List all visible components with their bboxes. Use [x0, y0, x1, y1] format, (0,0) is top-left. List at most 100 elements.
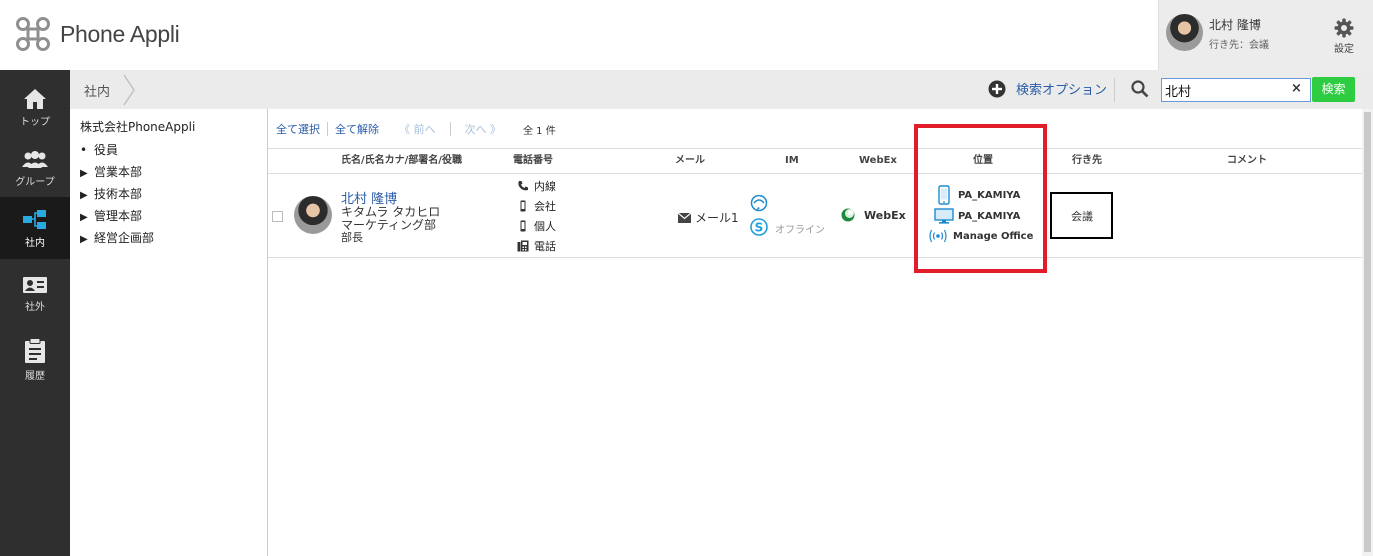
mail-label: メール1 — [695, 211, 739, 225]
envelope-icon — [678, 212, 691, 223]
user-name: 北村 隆博 — [1209, 18, 1261, 32]
phone-personal[interactable]: 個人 — [516, 218, 556, 234]
tree-item-tech[interactable]: ▶ 技術本部 — [80, 183, 265, 205]
search-button[interactable]: 検索 — [1312, 77, 1355, 102]
nav-internal[interactable]: 社内 — [0, 197, 70, 259]
mobile-icon — [520, 220, 526, 232]
nav-history-label: 履歴 — [25, 371, 45, 382]
chat-bubble-icon[interactable] — [750, 195, 768, 213]
next-page-link[interactable]: 次へ 》 — [465, 121, 502, 137]
tree-item-planning[interactable]: ▶ 経営企画部 — [80, 227, 265, 249]
col-header-destination: 行き先 — [1072, 155, 1102, 166]
phone-label: 個人 — [534, 220, 556, 233]
logo-icon — [16, 17, 50, 51]
divider — [449, 122, 451, 136]
clipboard-icon — [25, 338, 45, 363]
phone-company[interactable]: 会社 — [516, 198, 556, 214]
phone-fax[interactable]: 電話 — [516, 238, 556, 254]
divider — [1114, 78, 1115, 102]
col-header-comment: コメント — [1227, 155, 1267, 166]
nav-top-label: トップ — [20, 117, 50, 128]
divider — [327, 122, 328, 136]
phone-label: 電話 — [534, 240, 556, 253]
webex-link[interactable]: WebEx — [841, 208, 906, 222]
expand-arrow-icon[interactable]: ▶ — [80, 207, 94, 229]
breadcrumb-chevron-icon — [123, 74, 135, 106]
col-header-name: 氏名/氏名カナ/部署名/役職 — [341, 155, 462, 166]
phone-extension[interactable]: 内線 — [516, 178, 556, 194]
breadcrumb-bar: 社内 検索オプション × 検索 — [70, 70, 1373, 109]
tree-item-label: 経営企画部 — [94, 231, 155, 245]
home-icon — [24, 89, 46, 109]
location-highlight-box — [914, 124, 1047, 273]
select-all-link[interactable]: 全て選択 — [276, 121, 320, 137]
col-header-webex: WebEx — [859, 155, 897, 166]
tree-item-admin[interactable]: ▶ 管理本部 — [80, 205, 265, 227]
contact-card-icon — [23, 277, 47, 293]
nav-external[interactable]: 社外 — [0, 263, 70, 325]
mobile-icon — [520, 200, 526, 212]
nav-group[interactable]: グループ — [0, 138, 70, 200]
mail-link[interactable]: メール1 — [678, 209, 739, 226]
phone-label: 会社 — [534, 200, 556, 213]
contact-department: マーケティング部 — [341, 218, 437, 232]
result-count: 全 1 件 — [523, 125, 556, 137]
phone-label: 内線 — [534, 180, 556, 193]
gear-icon — [1334, 18, 1354, 38]
col-header-im: IM — [785, 155, 799, 166]
tree-item-label: 営業本部 — [94, 165, 143, 179]
list-toolbar: 全て選択 全て解除 《 前へ 次へ 》 全 1 件 — [276, 121, 556, 137]
advanced-search-label: 検索オプション — [1016, 83, 1108, 98]
breadcrumb[interactable]: 社内 — [84, 81, 110, 100]
org-chart-icon — [23, 210, 46, 229]
webex-label: WebEx — [864, 208, 906, 222]
org-tree: 株式会社PhoneAppli • 役員 ▶ 営業本部 ▶ 技術本部 ▶ 管理本部 ▶ 経営… — [80, 118, 265, 249]
nav-internal-label: 社内 — [25, 238, 45, 249]
row-checkbox[interactable] — [272, 211, 283, 222]
expand-arrow-icon[interactable]: ▶ — [80, 185, 94, 207]
plus-circle-icon — [988, 80, 1006, 97]
settings-button[interactable]: 設定 — [1329, 16, 1359, 55]
tree-bullet: • — [80, 143, 88, 157]
nav-external-label: 社外 — [25, 302, 45, 313]
contact-kana: キタムラ タカヒロ — [341, 205, 441, 219]
clear-search-button[interactable]: × — [1291, 81, 1302, 96]
scrollbar-thumb[interactable] — [1364, 112, 1371, 552]
nav-history[interactable]: 履歴 — [0, 326, 70, 388]
user-status: 行き先：会議 — [1209, 40, 1269, 51]
phone-icon — [518, 181, 528, 191]
contact-title: 部長 — [341, 231, 363, 244]
tree-root[interactable]: 株式会社PhoneAppli — [80, 118, 265, 135]
tree-item-label: 管理本部 — [94, 209, 143, 223]
im-status: オフライン — [775, 225, 825, 236]
nav-top[interactable]: トップ — [0, 76, 70, 138]
settings-label: 設定 — [1334, 44, 1354, 55]
col-header-mail: メール — [675, 155, 705, 166]
sidebar: トップ グループ 社内 社外 履歴 — [0, 70, 70, 556]
tree-item-label: 役員 — [94, 143, 119, 157]
expand-arrow-icon[interactable]: ▶ — [80, 163, 94, 185]
nav-group-label: グループ — [15, 177, 55, 188]
tree-item-label: 技術本部 — [94, 187, 143, 201]
search-input[interactable] — [1161, 78, 1311, 102]
webex-icon — [841, 208, 855, 222]
search-icon — [1131, 80, 1149, 98]
skype-icon[interactable]: S — [750, 218, 768, 236]
tree-item-executives[interactable]: • 役員 — [80, 139, 265, 161]
advanced-search-link[interactable]: 検索オプション — [988, 79, 1107, 98]
user-panel: 北村 隆博 行き先：会議 設定 — [1158, 0, 1373, 70]
expand-arrow-icon[interactable]: ▶ — [80, 229, 94, 251]
app-logo[interactable]: Phone Appli — [14, 14, 180, 54]
tree-item-sales[interactable]: ▶ 営業本部 — [80, 161, 265, 183]
user-avatar[interactable] — [1166, 14, 1203, 51]
row-bottom-border — [268, 257, 1362, 258]
deselect-all-link[interactable]: 全て解除 — [335, 121, 379, 137]
col-header-phone: 電話番号 — [513, 155, 553, 166]
app-name: Phone Appli — [60, 20, 180, 47]
prev-page-link[interactable]: 《 前へ — [399, 121, 436, 137]
destination-highlight-box — [1050, 192, 1113, 239]
contact-avatar[interactable] — [294, 196, 332, 234]
fax-icon — [517, 240, 529, 252]
group-icon — [22, 151, 48, 168]
svg-text:S: S — [755, 221, 764, 235]
